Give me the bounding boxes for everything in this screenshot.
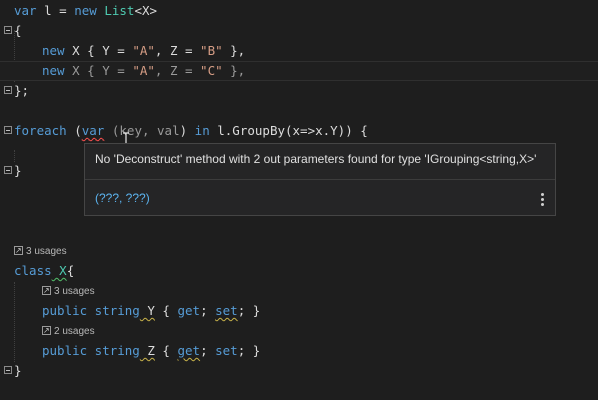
codelens-text: 3 usages: [26, 246, 67, 257]
fold-collapse-icon[interactable]: [4, 86, 12, 94]
codelens-usages[interactable]: 3 usages: [42, 283, 95, 300]
code-line-2[interactable]: {: [14, 21, 22, 41]
string-literal: "A": [132, 63, 155, 78]
code-text: ; }: [237, 343, 261, 358]
code-text: ,: [141, 123, 158, 138]
code-text: ): [179, 123, 195, 138]
string-literal: "A": [132, 43, 155, 58]
code-text: , Z =: [154, 63, 201, 78]
code-text: {: [66, 263, 75, 278]
keyword: new: [74, 3, 97, 18]
code-text: ; }: [237, 303, 261, 318]
code-text: , Z =: [154, 43, 201, 58]
error-message: No 'Deconstruct' method with 2 out param…: [95, 152, 537, 166]
codelens-usages[interactable]: 3 usages: [14, 243, 67, 260]
keyword: string: [87, 303, 140, 318]
keyword: public: [42, 303, 88, 318]
code-text: (: [104, 123, 120, 138]
keyword: new: [42, 43, 65, 58]
code-line-6[interactable]: foreach (var (key, val) in l.GroupBy(x=>…: [14, 121, 368, 141]
string-literal: "B": [200, 43, 223, 58]
keyword: set: [215, 303, 238, 318]
code-line-11[interactable]: }: [14, 361, 22, 381]
fold-collapse-icon[interactable]: [4, 26, 12, 34]
divider: [85, 179, 555, 180]
keyword: var: [14, 3, 37, 18]
code-line-7[interactable]: }: [14, 161, 22, 181]
code-text: {: [154, 303, 178, 318]
code-line-3[interactable]: new X { Y = "A", Z = "B" },: [42, 41, 245, 61]
codelens-text: 3 usages: [54, 286, 95, 297]
code-text: X { Y =: [64, 63, 133, 78]
identifier: l =: [36, 3, 75, 18]
keyword-error: var: [81, 123, 105, 138]
references-icon: [42, 283, 51, 299]
code-text: (: [66, 123, 82, 138]
keyword: string: [87, 343, 140, 358]
keyword: public: [42, 343, 88, 358]
code-line-9[interactable]: public string Y { get; set; }: [42, 301, 260, 321]
code-line-10[interactable]: public string Z { get; set; }: [42, 341, 260, 361]
property-name: Z: [139, 343, 155, 358]
error-tooltip: No 'Deconstruct' method with 2 out param…: [84, 143, 556, 216]
codelens-text: 2 usages: [54, 326, 95, 337]
references-icon: [14, 243, 23, 259]
keyword: foreach: [14, 123, 67, 138]
keyword: get: [177, 343, 201, 358]
code-text: l.GroupBy(x=>x.Y)) {: [209, 123, 368, 138]
code-text: },: [222, 63, 246, 78]
fold-collapse-icon[interactable]: [4, 166, 12, 174]
fold-collapse-icon[interactable]: [4, 126, 12, 134]
variable: val: [157, 123, 180, 138]
code-line-1[interactable]: var l = new List<X>: [14, 1, 157, 21]
code-editor[interactable]: var l = new List<X> { new X { Y = "A", Z…: [0, 0, 598, 400]
property-name: Y: [139, 303, 155, 318]
keyword: new: [42, 63, 65, 78]
keyword: set: [215, 343, 238, 358]
quick-fix-link[interactable]: (???, ???): [95, 191, 150, 205]
codelens-usages[interactable]: 2 usages: [42, 323, 95, 340]
class-name: X: [51, 263, 67, 278]
more-options-icon[interactable]: [541, 193, 545, 207]
string-literal: "C": [200, 63, 223, 78]
type-name: List: [96, 3, 135, 18]
code-text: {: [154, 343, 178, 358]
keyword: in: [194, 123, 210, 138]
fold-collapse-icon[interactable]: [4, 366, 12, 374]
code-text: X { Y =: [64, 43, 133, 58]
code-text: ;: [200, 303, 216, 318]
indent-guide: [14, 282, 15, 362]
code-line-8[interactable]: class X{: [14, 261, 74, 281]
code-line-4[interactable]: new X { Y = "A", Z = "C" },: [42, 61, 245, 81]
code-text: },: [222, 43, 246, 58]
references-icon: [42, 323, 51, 339]
keyword: get: [177, 303, 201, 318]
code-line-5[interactable]: };: [14, 81, 29, 101]
keyword: class: [14, 263, 52, 278]
generic-args: <X>: [134, 3, 158, 18]
code-text: ;: [200, 343, 216, 358]
